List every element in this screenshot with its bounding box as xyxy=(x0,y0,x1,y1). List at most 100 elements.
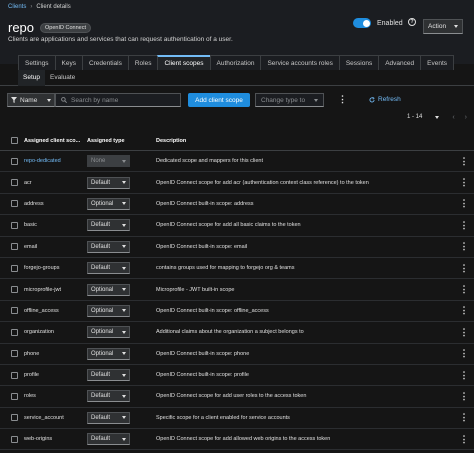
row-checkbox[interactable] xyxy=(10,371,18,379)
caret-down-icon xyxy=(122,181,126,185)
subtab-setup[interactable]: Setup xyxy=(18,69,45,86)
refresh-button[interactable]: Refresh xyxy=(369,96,401,103)
caret-down-icon xyxy=(454,25,458,28)
tab-keys[interactable]: Keys xyxy=(54,55,82,70)
caret-down-icon xyxy=(47,98,51,102)
filter-icon xyxy=(11,97,17,103)
previous-page-icon[interactable]: ‹ xyxy=(452,114,454,121)
table-row: address Optional OpenID Connect built-in s… xyxy=(0,194,474,216)
row-checkbox[interactable] xyxy=(10,157,18,165)
assigned-type-dropdown[interactable]: Default xyxy=(87,262,130,275)
pagination-arrows: ‹ › xyxy=(452,114,467,121)
row-kebab-icon[interactable]: ⋮ xyxy=(454,263,474,274)
row-checkbox[interactable] xyxy=(10,264,18,272)
next-page-icon[interactable]: › xyxy=(465,114,467,121)
row-checkbox[interactable] xyxy=(10,307,18,315)
tab-authorization[interactable]: Authorization xyxy=(209,55,261,70)
help-icon[interactable]: ? xyxy=(408,18,416,26)
row-checkbox[interactable] xyxy=(10,200,18,208)
subtab-evaluate[interactable]: Evaluate xyxy=(45,70,80,86)
assigned-type-dropdown[interactable]: Default xyxy=(87,433,130,446)
assigned-type-dropdown[interactable]: Optional xyxy=(87,304,130,317)
toggle-icon[interactable] xyxy=(353,18,371,28)
tab-service-accounts-roles[interactable]: Service accounts roles xyxy=(260,55,339,70)
assigned-type-dropdown[interactable]: Optional xyxy=(87,326,130,339)
scope-description: OpenID Connect built-in scope: phone xyxy=(156,350,250,357)
search-input[interactable] xyxy=(71,96,171,104)
caret-down-icon xyxy=(122,352,126,356)
assigned-type-dropdown[interactable]: Default xyxy=(87,369,130,382)
scope-name[interactable]: repo-dedicated xyxy=(24,158,87,164)
assigned-type-dropdown: None xyxy=(87,155,130,168)
row-checkbox[interactable] xyxy=(10,243,18,251)
table-row: email Default OpenID Connect built-in scop… xyxy=(0,237,474,258)
assigned-type-dropdown[interactable]: Default xyxy=(87,219,130,232)
scope-description: contains groups used for mapping to forg… xyxy=(156,265,295,272)
row-kebab-icon[interactable]: ⋮ xyxy=(454,391,474,402)
action-dropdown[interactable]: Action xyxy=(423,19,463,34)
row-checkbox[interactable] xyxy=(10,179,18,187)
row-checkbox[interactable] xyxy=(10,350,18,358)
row-kebab-icon[interactable]: ⋮ xyxy=(454,177,474,188)
assigned-type-value: Optional xyxy=(91,307,114,314)
row-kebab-icon[interactable]: ⋮ xyxy=(454,434,474,445)
scope-description: Microprofile - JWT built-in scope xyxy=(156,286,235,293)
row-checkbox[interactable] xyxy=(10,392,18,400)
table-row: profile Default OpenID Connect built-in sc… xyxy=(0,365,474,387)
row-checkbox[interactable] xyxy=(10,435,18,443)
caret-down-icon xyxy=(122,288,126,292)
pagination-range[interactable]: 1 - 14 xyxy=(407,114,422,120)
add-client-scope-button[interactable]: Add client scope xyxy=(188,93,250,107)
assigned-type-dropdown[interactable]: Optional xyxy=(87,283,130,296)
tab-client-scopes[interactable]: Client scopes xyxy=(157,55,210,70)
row-checkbox[interactable] xyxy=(10,328,18,336)
row-kebab-icon[interactable]: ⋮ xyxy=(454,198,474,209)
action-label: Action xyxy=(428,23,447,30)
page-subtitle: Clients are applications and services th… xyxy=(8,36,233,43)
scope-description: OpenID Connect built-in scope: email xyxy=(156,243,248,250)
row-kebab-icon[interactable]: ⋮ xyxy=(454,220,474,231)
tab-sessions[interactable]: Sessions xyxy=(338,55,379,70)
row-kebab-icon[interactable]: ⋮ xyxy=(454,370,474,381)
scope-description: Dedicated scope and mappers for this cli… xyxy=(156,158,264,165)
assigned-type-dropdown[interactable]: Optional xyxy=(87,197,130,210)
row-kebab-icon[interactable]: ⋮ xyxy=(454,241,474,252)
tab-advanced[interactable]: Advanced xyxy=(378,55,421,70)
row-kebab-icon[interactable]: ⋮ xyxy=(454,156,474,167)
scope-name: offline_access xyxy=(24,307,59,314)
select-all-checkbox[interactable] xyxy=(10,137,18,144)
client-scopes-subtabs: Setup Evaluate xyxy=(0,69,474,86)
caret-down-icon[interactable] xyxy=(435,115,440,119)
breadcrumb-clients-link[interactable]: Clients xyxy=(8,4,26,10)
row-checkbox[interactable] xyxy=(10,221,18,229)
assigned-type-value: Optional xyxy=(91,350,114,357)
row-checkbox[interactable] xyxy=(10,414,18,422)
row-kebab-icon[interactable]: ⋮ xyxy=(454,327,474,338)
tab-events[interactable]: Events xyxy=(420,55,455,70)
row-kebab-icon[interactable]: ⋮ xyxy=(454,348,474,359)
assigned-type-dropdown[interactable]: Default xyxy=(87,390,130,403)
assigned-type-value: None xyxy=(91,158,106,165)
column-header-name[interactable]: Assigned client sco... xyxy=(24,138,87,144)
table-header: Assigned client sco... Assigned type Des… xyxy=(0,131,474,151)
change-type-label: Change type to xyxy=(261,96,306,104)
tab-roles[interactable]: Roles xyxy=(127,55,158,70)
row-checkbox[interactable] xyxy=(10,286,18,294)
assigned-type-dropdown[interactable]: Optional xyxy=(87,347,130,360)
tab-settings[interactable]: Settings xyxy=(18,55,55,70)
change-type-dropdown[interactable]: Change type to xyxy=(255,93,324,107)
kebab-menu-icon[interactable]: ⋮ xyxy=(338,95,347,104)
assigned-type-dropdown[interactable]: Default xyxy=(87,411,130,424)
row-kebab-icon[interactable]: ⋮ xyxy=(454,305,474,316)
enabled-switch[interactable]: Enabled xyxy=(353,18,403,28)
assigned-type-dropdown[interactable]: Default xyxy=(87,240,130,253)
caret-down-icon xyxy=(122,437,126,441)
tab-credentials[interactable]: Credentials xyxy=(81,55,128,70)
row-kebab-icon[interactable]: ⋮ xyxy=(454,284,474,295)
scope-description: OpenID Connect scope for add all basic c… xyxy=(156,222,301,229)
search-box[interactable] xyxy=(55,93,181,107)
caret-down-icon xyxy=(122,330,126,334)
row-kebab-icon[interactable]: ⋮ xyxy=(454,412,474,423)
assigned-type-dropdown[interactable]: Default xyxy=(87,176,130,189)
filter-dropdown[interactable]: Name xyxy=(7,93,55,107)
